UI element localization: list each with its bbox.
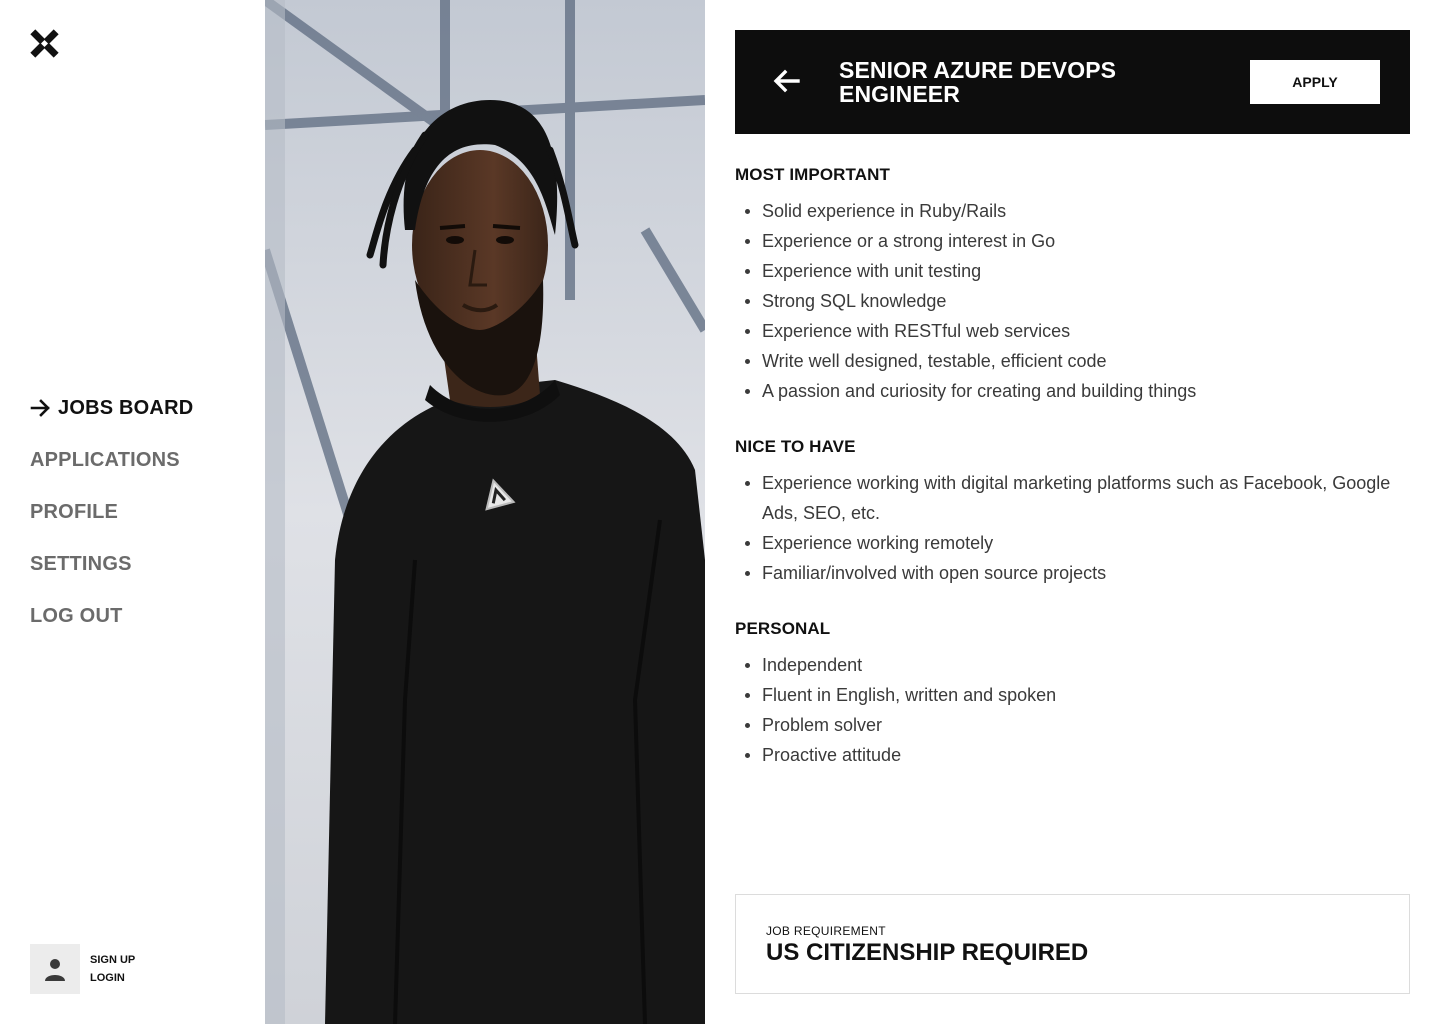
section-title: NICE TO HAVE — [735, 437, 856, 456]
section-nice-to-have: NICE TO HAVE Experience working with dig… — [735, 436, 1410, 588]
list-item: Experience with RESTful web services — [745, 316, 1410, 346]
logo-icon[interactable] — [30, 29, 59, 58]
nav-item-profile[interactable]: PROFILE — [30, 497, 193, 527]
list-item: Write well designed, testable, efficient… — [745, 346, 1410, 376]
nav-item-jobs-board[interactable]: JOBS BOARD — [30, 393, 193, 423]
section-personal: PERSONAL Independent Fluent in English, … — [735, 618, 1410, 770]
job-detail: SENIOR AZURE DEVOPS ENGINEER APPLY MOST … — [735, 30, 1410, 770]
nav-item-log-out[interactable]: LOG OUT — [30, 601, 193, 631]
requirement-label: JOB REQUIREMENT — [766, 924, 886, 938]
section-title: MOST IMPORTANT — [735, 165, 891, 184]
sign-up-link[interactable]: SIGN UP — [90, 951, 135, 969]
hero-photo — [265, 0, 705, 1024]
user-icon — [45, 959, 65, 981]
nav-label: PROFILE — [30, 500, 119, 523]
portrait-illustration — [265, 0, 705, 1024]
requirement-value: US CITIZENSHIP REQUIRED — [766, 939, 1089, 966]
list-item: Problem solver — [745, 710, 1410, 740]
section-title: PERSONAL — [735, 619, 831, 638]
avatar[interactable] — [30, 944, 80, 994]
list-item: Experience with unit testing — [745, 256, 1410, 286]
arrow-right-icon — [30, 399, 50, 417]
nav-label: APPLICATIONS — [30, 448, 180, 471]
login-link[interactable]: LOGIN — [90, 969, 135, 987]
job-title: SENIOR AZURE DEVOPS ENGINEER — [839, 57, 1117, 107]
list-item: Experience working remotely — [745, 528, 1410, 558]
list-item: Familiar/involved with open source proje… — [745, 558, 1410, 588]
nav-item-applications[interactable]: APPLICATIONS — [30, 445, 193, 475]
list-item: A passion and curiosity for creating and… — [745, 376, 1410, 406]
requirement-list: Experience working with digital marketin… — [735, 468, 1410, 588]
section-most-important: MOST IMPORTANT Solid experience in Ruby/… — [735, 164, 1410, 406]
sidebar: JOBS BOARD APPLICATIONS PROFILE SETTINGS… — [0, 0, 265, 1024]
account-links: SIGN UP LOGIN — [90, 951, 135, 987]
nav-label: LOG OUT — [30, 604, 123, 627]
list-item: Fluent in English, written and spoken — [745, 680, 1410, 710]
job-requirement-card: JOB REQUIREMENT US CITIZENSHIP REQUIRED — [735, 894, 1410, 994]
requirement-list: Solid experience in Ruby/Rails Experienc… — [735, 196, 1410, 406]
list-item: Experience or a strong interest in Go — [745, 226, 1410, 256]
nav-label: SETTINGS — [30, 552, 132, 575]
apply-button[interactable]: APPLY — [1250, 60, 1380, 104]
account-panel: SIGN UP LOGIN — [30, 944, 135, 994]
list-item: Solid experience in Ruby/Rails — [745, 196, 1410, 226]
list-item: Experience working with digital marketin… — [745, 468, 1410, 528]
nav-label: JOBS BOARD — [58, 396, 194, 419]
list-item: Independent — [745, 650, 1410, 680]
list-item: Strong SQL knowledge — [745, 286, 1410, 316]
nav-item-settings[interactable]: SETTINGS — [30, 549, 193, 579]
main-nav: JOBS BOARD APPLICATIONS PROFILE SETTINGS… — [30, 393, 193, 653]
requirement-list: Independent Fluent in English, written a… — [735, 650, 1410, 770]
list-item: Proactive attitude — [745, 740, 1410, 770]
job-header: SENIOR AZURE DEVOPS ENGINEER APPLY — [735, 30, 1410, 134]
arrow-left-icon[interactable] — [771, 66, 801, 96]
